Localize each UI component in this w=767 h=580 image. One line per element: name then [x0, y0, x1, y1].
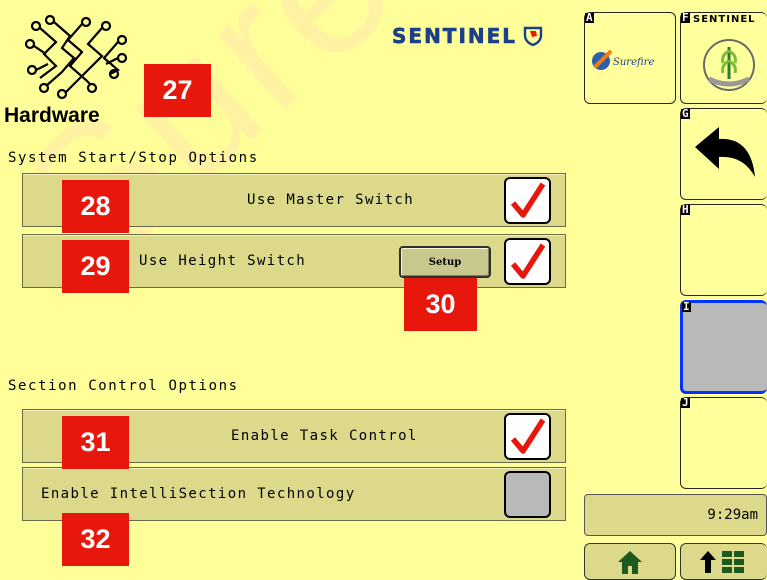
- system-options-heading: System Start/Stop Options: [8, 150, 259, 166]
- softkey-g[interactable]: G: [680, 108, 767, 200]
- screen: SurePoint SENTINEL: [0, 0, 767, 580]
- callout-29: 29: [62, 240, 129, 293]
- page-title: Hardware: [4, 104, 100, 127]
- softkey-j-letter: J: [681, 396, 690, 409]
- height-switch-label: Use Height Switch: [139, 253, 307, 269]
- shield-logo-icon: [523, 26, 543, 47]
- callout-28: 28: [62, 180, 129, 233]
- checkmark-icon: [510, 418, 546, 454]
- softkey-a[interactable]: A Surefire: [584, 12, 676, 104]
- up-grid-button[interactable]: [680, 543, 767, 580]
- softkey-h[interactable]: H: [680, 204, 767, 296]
- softkey-j[interactable]: J: [680, 397, 767, 489]
- softkey-g-letter: G: [681, 107, 690, 120]
- master-switch-checkbox[interactable]: [504, 177, 551, 224]
- home-icon: [618, 550, 642, 574]
- softkey-f-letter: F: [681, 11, 690, 24]
- height-switch-checkbox[interactable]: [504, 238, 551, 285]
- sentinel-wheat-logo-icon: [703, 39, 755, 91]
- softkey-a-letter: A: [585, 11, 594, 24]
- callout-31: 31: [62, 416, 129, 469]
- surefire-logo-text: Surefire: [613, 57, 655, 68]
- intellisection-checkbox[interactable]: [504, 471, 551, 518]
- section-control-heading: Section Control Options: [8, 378, 239, 394]
- brand-text: SENTINEL: [392, 24, 518, 49]
- clock-display: 9:29am: [584, 494, 767, 536]
- softkey-f[interactable]: F SENTINEL: [680, 12, 767, 104]
- checkmark-icon: [510, 243, 546, 279]
- up-arrow-grid-icon: [700, 550, 744, 573]
- callout-27: 27: [144, 64, 211, 117]
- home-button[interactable]: [584, 543, 676, 580]
- sentinel-small-text: SENTINEL: [693, 14, 756, 25]
- main-panel: SurePoint SENTINEL: [0, 0, 767, 580]
- task-control-checkbox[interactable]: [504, 413, 551, 460]
- callout-32: 32: [62, 513, 129, 566]
- intellisection-label: Enable IntelliSection Technology: [41, 486, 356, 502]
- hardware-circuit-icon: [24, 14, 128, 100]
- back-arrow-icon: [695, 127, 755, 177]
- task-control-label: Enable Task Control: [231, 428, 418, 444]
- setup-button[interactable]: Setup: [399, 246, 491, 278]
- sentinel-brand: SENTINEL: [392, 22, 543, 50]
- softkey-i-letter: I: [682, 300, 691, 313]
- callout-30: 30: [404, 278, 477, 331]
- softkey-h-letter: H: [681, 203, 690, 216]
- master-switch-label: Use Master Switch: [247, 192, 415, 208]
- softkey-i[interactable]: I: [680, 300, 767, 394]
- checkmark-icon: [510, 182, 546, 218]
